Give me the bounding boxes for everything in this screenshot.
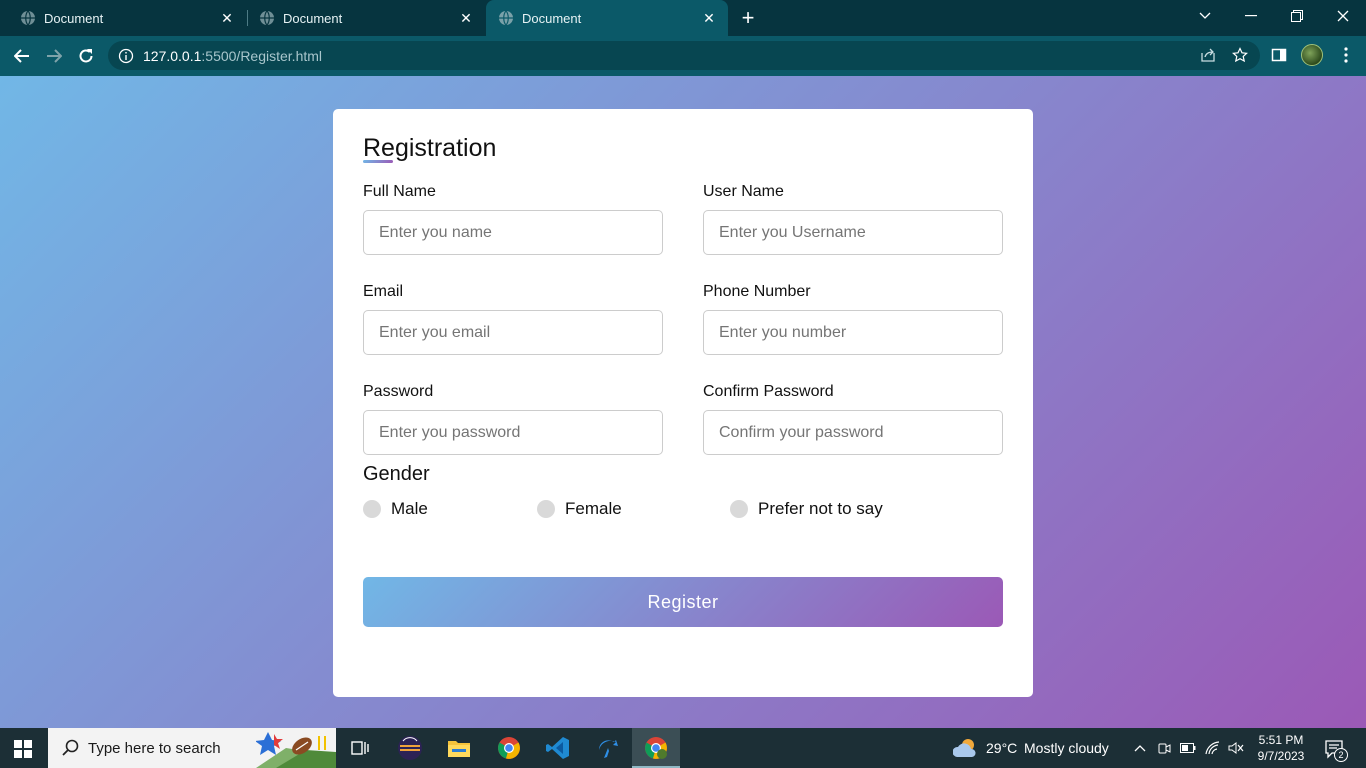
- phone-input[interactable]: [703, 310, 1003, 355]
- register-button[interactable]: Register: [363, 577, 1003, 627]
- browser-toolbar: 127.0.0.1:5500/Register.html: [0, 36, 1366, 76]
- vscode-icon[interactable]: [544, 734, 572, 762]
- restore-button[interactable]: [1283, 4, 1311, 28]
- browser-tab-active[interactable]: Document ✕: [486, 0, 728, 36]
- tab-close-icon[interactable]: ✕: [457, 9, 475, 27]
- gender-title: Gender: [363, 463, 430, 485]
- bookmark-star-icon[interactable]: [1229, 44, 1251, 66]
- username-label: User Name: [703, 183, 784, 200]
- tab-close-icon[interactable]: ✕: [218, 9, 236, 27]
- search-icon: [62, 739, 79, 756]
- url-path: :5500/Register.html: [201, 47, 323, 64]
- title-underline: [363, 160, 393, 163]
- taskbar-clock[interactable]: 5:51 PM 9/7/2023: [1250, 732, 1312, 764]
- globe-icon: [499, 10, 513, 26]
- battery-icon[interactable]: [1180, 740, 1196, 756]
- email-input[interactable]: [363, 310, 663, 355]
- browser-tab[interactable]: Document ✕: [0, 0, 246, 36]
- browser-tab[interactable]: Document ✕: [239, 0, 485, 36]
- migration-app-icon[interactable]: [594, 734, 622, 762]
- minimize-button[interactable]: [1237, 4, 1265, 28]
- tab-title: Document: [522, 10, 582, 26]
- windows-start-icon[interactable]: [14, 740, 32, 758]
- email-group: Email: [363, 283, 663, 355]
- new-tab-button[interactable]: +: [736, 6, 760, 30]
- radio-button[interactable]: [537, 500, 555, 518]
- tab-search-chevron-icon[interactable]: [1191, 4, 1219, 28]
- more-menu-icon[interactable]: [1335, 44, 1357, 66]
- chrome-icon[interactable]: [495, 734, 523, 762]
- tab-title: Document: [44, 10, 104, 26]
- meet-now-icon[interactable]: [1156, 740, 1172, 756]
- full-name-group: Full Name: [363, 183, 663, 255]
- weather-cloud-icon[interactable]: [952, 734, 980, 762]
- url-text[interactable]: 127.0.0.1:5500/Register.html: [143, 48, 322, 64]
- page-background: Registration Full Name User Name Email P…: [0, 76, 1366, 728]
- reload-button[interactable]: [74, 44, 98, 68]
- chevron-up-icon[interactable]: [1132, 740, 1148, 756]
- eclipse-icon[interactable]: [396, 734, 424, 762]
- confirm-password-input[interactable]: [703, 410, 1003, 455]
- weather-temperature[interactable]: 29°C: [986, 740, 1017, 756]
- globe-icon: [21, 10, 35, 26]
- close-window-button[interactable]: [1329, 4, 1357, 28]
- wifi-icon[interactable]: [1205, 740, 1221, 756]
- volume-muted-icon[interactable]: [1228, 740, 1244, 756]
- url-host: 127.0.0.1: [143, 47, 202, 64]
- password-input[interactable]: [363, 410, 663, 455]
- full-name-input[interactable]: [363, 210, 663, 255]
- radio-button[interactable]: [363, 500, 381, 518]
- share-icon[interactable]: [1197, 44, 1219, 66]
- radio-label: Female: [565, 499, 622, 518]
- username-input[interactable]: [703, 210, 1003, 255]
- address-bar[interactable]: 127.0.0.1:5500/Register.html: [108, 41, 1260, 70]
- email-label: Email: [363, 283, 404, 300]
- clock-date: 9/7/2023: [1257, 749, 1305, 763]
- radio-label: Prefer not to say: [758, 499, 883, 518]
- info-icon[interactable]: [118, 48, 134, 64]
- search-highlight-illustration: [256, 732, 336, 768]
- tab-title: Document: [283, 10, 343, 26]
- profile-avatar[interactable]: [1301, 44, 1323, 66]
- gender-option-female[interactable]: Female: [537, 499, 622, 519]
- gender-option-prefer-not[interactable]: Prefer not to say: [730, 499, 883, 519]
- phone-group: Phone Number: [703, 283, 1003, 355]
- browser-tab-bar: Document ✕ Document ✕ Document ✕ +: [0, 0, 1366, 36]
- side-panel-icon[interactable]: [1268, 44, 1290, 66]
- clock-time: 5:51 PM: [1258, 733, 1304, 747]
- notification-badge: 2: [1334, 748, 1348, 762]
- taskbar-search[interactable]: Type here to search: [48, 728, 336, 768]
- page-title: Registration: [363, 134, 497, 162]
- tab-close-icon[interactable]: ✕: [700, 9, 718, 27]
- phone-label: Phone Number: [703, 283, 811, 300]
- password-group: Password: [363, 383, 663, 455]
- confirm-password-label: Confirm Password: [703, 383, 834, 400]
- globe-icon: [260, 10, 274, 26]
- back-button[interactable]: [10, 44, 34, 68]
- username-group: User Name: [703, 183, 1003, 255]
- file-explorer-icon[interactable]: [445, 734, 473, 762]
- task-view-icon[interactable]: [346, 734, 374, 762]
- radio-label: Male: [391, 499, 428, 518]
- chrome-profile-icon[interactable]: [642, 734, 670, 762]
- full-name-label: Full Name: [363, 183, 436, 200]
- search-placeholder: Type here to search: [88, 739, 221, 757]
- forward-button[interactable]: [42, 44, 66, 68]
- radio-button[interactable]: [730, 500, 748, 518]
- password-label: Password: [363, 383, 434, 400]
- registration-card: Registration Full Name User Name Email P…: [333, 109, 1033, 697]
- taskbar: Type here to search 29°C Mostly cloudy 5…: [0, 728, 1366, 768]
- weather-description[interactable]: Mostly cloudy: [1024, 740, 1109, 756]
- confirm-password-group: Confirm Password: [703, 383, 1003, 455]
- gender-option-male[interactable]: Male: [363, 499, 428, 519]
